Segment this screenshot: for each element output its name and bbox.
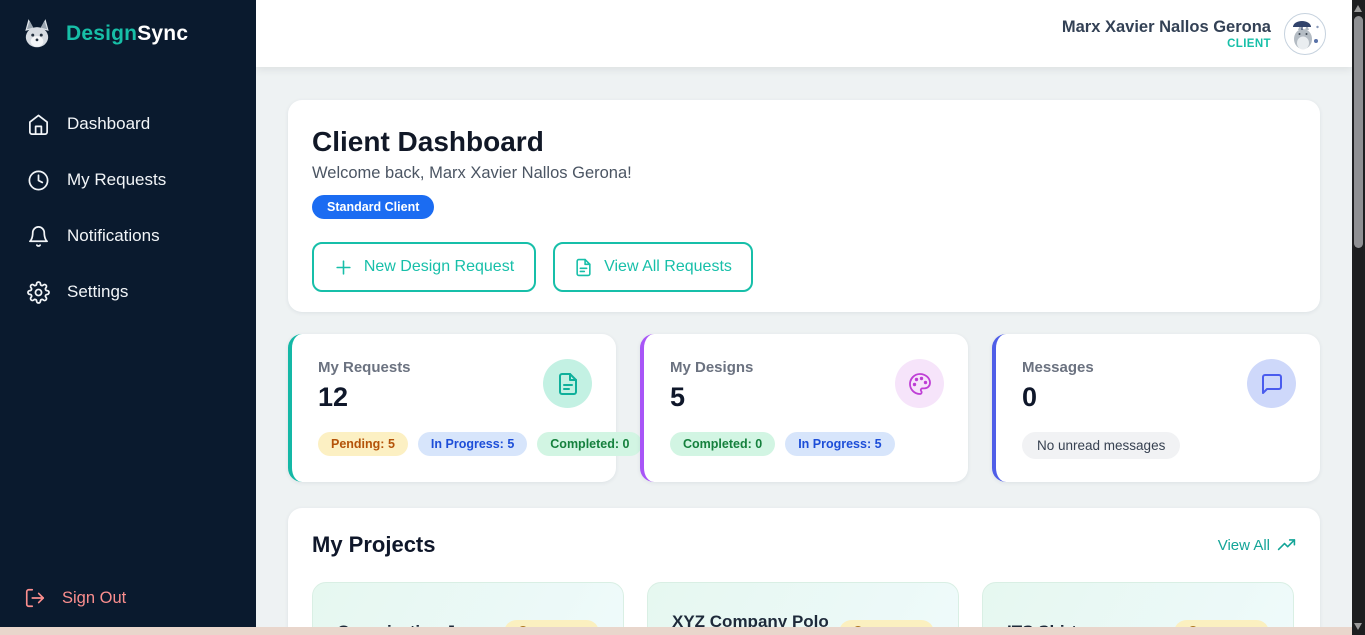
scroll-up-arrow-icon[interactable]: [1354, 5, 1362, 12]
view-all-label: View All: [1218, 537, 1270, 554]
completed-badge: Completed: 0: [537, 432, 642, 456]
in-progress-badge: In Progress: 5: [418, 432, 527, 456]
welcome-subtitle: Welcome back, Marx Xavier Nallos Gerona!: [312, 164, 1296, 183]
sidebar: DesignSync Dashboard My Requests Notific…: [0, 0, 256, 627]
view-all-requests-label: View All Requests: [604, 258, 732, 276]
status-badge: Planning: [504, 620, 599, 628]
new-design-request-button[interactable]: New Design Request: [312, 242, 536, 292]
project-card-its-shirt[interactable]: ITS Shirt Planning: [982, 582, 1294, 627]
scroll-down-arrow-icon[interactable]: [1354, 623, 1362, 630]
stat-icon-circle: [543, 359, 592, 408]
sidebar-item-dashboard[interactable]: Dashboard: [0, 100, 256, 148]
stat-badges: Completed: 0 In Progress: 5: [670, 432, 895, 456]
avatar-illustration-icon: [1285, 14, 1325, 54]
top-header: Marx Xavier Nallos Gerona CLIENT: [256, 0, 1352, 67]
user-meta: Marx Xavier Nallos Gerona CLIENT: [1062, 17, 1271, 50]
stat-card-my-requests[interactable]: My Requests 12 Pending: 5 In Progress: 5…: [288, 334, 616, 482]
sidebar-item-label: Notifications: [67, 226, 160, 246]
tier-badge: Standard Client: [312, 195, 434, 219]
user-role-badge: CLIENT: [1062, 38, 1271, 50]
new-design-request-label: New Design Request: [364, 258, 514, 276]
user-name: Marx Xavier Nallos Gerona: [1062, 17, 1271, 38]
home-icon: [27, 113, 50, 136]
clock-icon: [27, 169, 50, 192]
welcome-card: Client Dashboard Welcome back, Marx Xavi…: [288, 100, 1320, 312]
app-window: DesignSync Dashboard My Requests Notific…: [0, 0, 1365, 635]
horizontal-scrollbar[interactable]: [0, 627, 1352, 635]
sidebar-item-label: Settings: [67, 282, 128, 302]
stat-card-messages[interactable]: Messages 0 No unread messages: [992, 334, 1320, 482]
scrollbar-thumb[interactable]: [1354, 16, 1363, 248]
vertical-scrollbar[interactable]: [1352, 0, 1365, 635]
stat-card-my-designs[interactable]: My Designs 5 Completed: 0 In Progress: 5: [640, 334, 968, 482]
husky-mascot-icon: [20, 17, 54, 51]
my-projects-card: My Projects View All Organization Jersey…: [288, 508, 1320, 627]
pending-badge: Pending: 5: [318, 432, 408, 456]
sidebar-item-notifications[interactable]: Notifications: [0, 212, 256, 260]
sign-out-button[interactable]: Sign Out: [0, 574, 256, 622]
status-badge: Planning: [839, 620, 934, 628]
sidebar-nav: Dashboard My Requests Notifications Sett…: [0, 100, 256, 324]
sidebar-item-label: My Requests: [67, 170, 166, 190]
no-unread-badge: No unread messages: [1022, 432, 1180, 459]
main-content: Client Dashboard Welcome back, Marx Xavi…: [256, 67, 1352, 627]
logout-icon: [24, 587, 46, 609]
stat-icon-circle: [1247, 359, 1296, 408]
stat-badges: No unread messages: [1022, 432, 1180, 459]
sidebar-item-my-requests[interactable]: My Requests: [0, 156, 256, 204]
file-text-icon: [556, 372, 580, 396]
view-all-requests-button[interactable]: View All Requests: [553, 242, 753, 292]
chat-bubble-icon: [1260, 372, 1284, 396]
project-card-organization-jersey[interactable]: Organization Jersey Planning: [312, 582, 624, 627]
stat-icon-circle: [895, 359, 944, 408]
in-progress-badge: In Progress: 5: [785, 432, 894, 456]
stat-badges: Pending: 5 In Progress: 5 Completed: 0: [318, 432, 642, 456]
bell-icon: [27, 225, 50, 248]
brand-logo: DesignSync: [0, 0, 256, 51]
view-all-link[interactable]: View All: [1218, 536, 1296, 555]
trending-up-icon: [1277, 536, 1296, 555]
sign-out-label: Sign Out: [62, 589, 126, 608]
project-name: XYZ Company Polo Shirt: [672, 612, 839, 627]
projects-title: My Projects: [312, 532, 436, 558]
status-badge: Planning: [1174, 620, 1269, 628]
project-card-xyz-polo-shirt[interactable]: XYZ Company Polo Shirt Planning: [647, 582, 959, 627]
page-title: Client Dashboard: [312, 126, 1296, 158]
projects-header: My Projects View All: [312, 532, 1296, 558]
file-text-icon: [574, 258, 593, 277]
sidebar-item-label: Dashboard: [67, 114, 150, 134]
welcome-actions: New Design Request View All Requests: [312, 242, 1296, 292]
brand-name: DesignSync: [66, 22, 188, 46]
completed-badge: Completed: 0: [670, 432, 775, 456]
plus-icon: [334, 258, 353, 277]
sidebar-item-settings[interactable]: Settings: [0, 268, 256, 316]
palette-icon: [908, 372, 932, 396]
projects-row: Organization Jersey Planning XYZ Company…: [312, 582, 1296, 627]
avatar[interactable]: [1284, 13, 1326, 55]
gear-icon: [27, 281, 50, 304]
